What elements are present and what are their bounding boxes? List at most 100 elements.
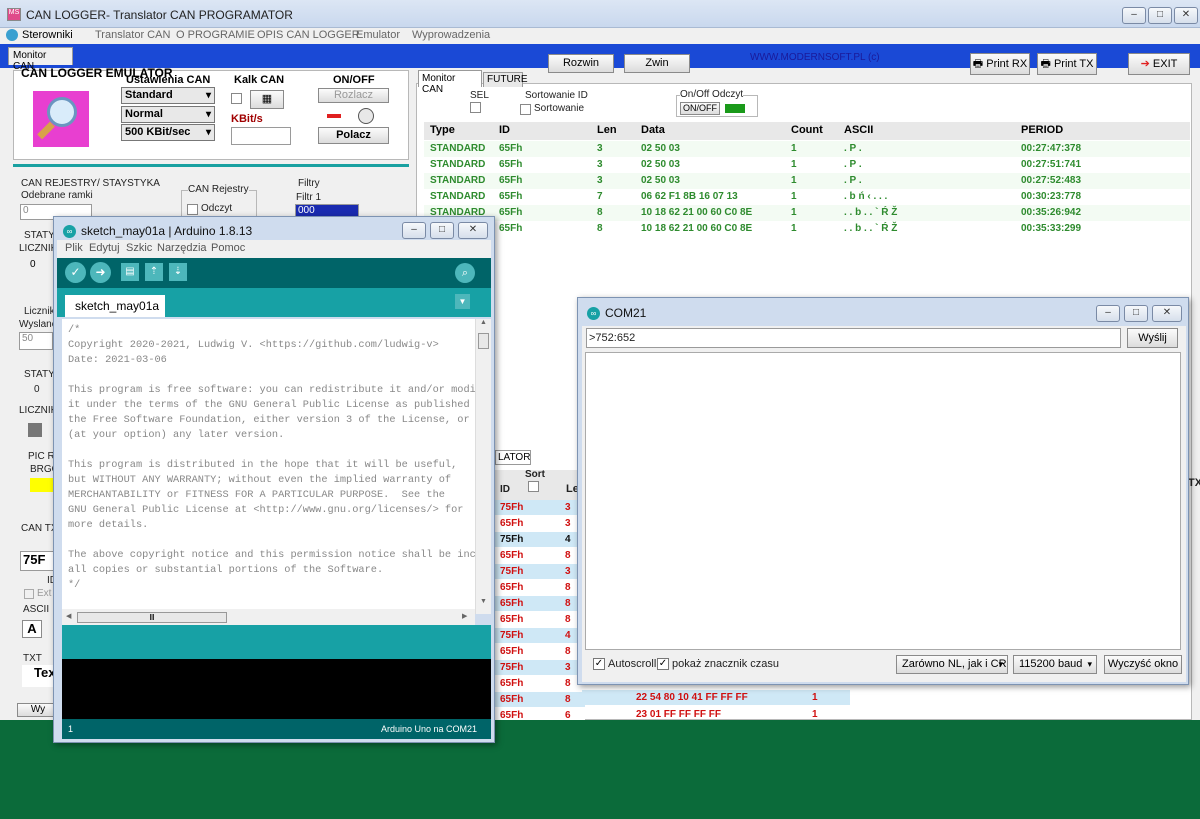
maximize-button[interactable]: □	[1148, 7, 1172, 24]
tab-monitor-can[interactable]: Monitor CAN	[418, 70, 482, 95]
tab-menu-chevron-icon[interactable]: ▼	[455, 294, 470, 309]
ext-checkbox[interactable]	[24, 589, 34, 599]
rozwin-button[interactable]: Rozwin	[548, 54, 614, 73]
hscroll-thumb[interactable]: Ⅲ	[77, 612, 227, 623]
com-send-input[interactable]: >752:652	[586, 328, 1121, 348]
menu-translator[interactable]: Translator CAN	[95, 29, 170, 41]
close-button[interactable]: ✕	[1174, 7, 1198, 24]
lower-row[interactable]: 65Fh 8	[495, 644, 585, 659]
lower-row-id: 75Fh	[500, 662, 524, 673]
kbit-input[interactable]	[231, 127, 291, 145]
wyslane-field[interactable]: 50	[19, 332, 53, 350]
table-row[interactable]: STANDARD 65Fh 3 02 50 03 1 . P . 00:27:52:483	[424, 173, 1190, 189]
table-row[interactable]: STANDARD 65Fh 3 02 50 03 1 . P . 00:27:51:741	[424, 157, 1190, 173]
table-row[interactable]: STANDARD65Fh810 18 62 21 00 60 C0 8E1. .…	[424, 205, 1190, 221]
mode-select[interactable]: Normal	[121, 106, 215, 123]
menu-szkic[interactable]: Szkic	[126, 242, 152, 254]
tab-monitor-main[interactable]: Monitor CAN	[8, 47, 73, 72]
scroll-left-icon[interactable]: ◀	[66, 612, 71, 620]
open-icon[interactable]: ⇡	[145, 263, 163, 281]
upload-icon[interactable]: ➜	[90, 262, 111, 283]
col-len[interactable]: Len	[597, 124, 617, 136]
lower-row[interactable]: 65Fh 8	[495, 692, 585, 707]
serial-monitor-icon[interactable]: ⌕	[455, 263, 475, 283]
sort-checkbox[interactable]	[520, 104, 531, 115]
zwin-button[interactable]: Zwin	[624, 54, 690, 73]
menu-opis[interactable]: OPIS CAN LOGGER	[257, 29, 360, 41]
lower-row[interactable]: 65Fh 8	[495, 580, 585, 595]
odczyt-checkbox[interactable]	[187, 204, 198, 215]
print-tx-button[interactable]: 🖶 Print TX	[1037, 53, 1097, 75]
arduino-close-button[interactable]: ✕	[458, 222, 488, 239]
table-row[interactable]: STANDARD 65Fh 3 02 50 03 1 . P . 00:27:47:378	[424, 141, 1190, 157]
com-minimize-button[interactable]: –	[1096, 305, 1120, 322]
sel-checkbox[interactable]	[470, 102, 481, 113]
lower-row[interactable]: 75Fh 4	[495, 532, 585, 547]
col-id[interactable]: ID	[499, 124, 510, 136]
com-close-button[interactable]: ✕	[1152, 305, 1182, 322]
com-output-area[interactable]	[585, 352, 1181, 650]
minimize-button[interactable]: –	[1122, 7, 1146, 24]
table-row[interactable]: STANDARD65Fh810 18 62 21 00 60 C0 8E1. .…	[424, 221, 1190, 237]
arduino-minimize-button[interactable]: –	[402, 222, 426, 239]
col-data[interactable]: Data	[641, 124, 665, 136]
menu-edytuj[interactable]: Edytuj	[89, 242, 120, 254]
baud-select[interactable]: 115200 baud ▾	[1013, 655, 1097, 674]
ascii-a-field[interactable]: A	[22, 620, 42, 638]
menu-o-programie[interactable]: O PROGRAMIE	[176, 29, 255, 41]
new-icon[interactable]: ▤	[121, 263, 139, 281]
verify-icon[interactable]: ✓	[65, 262, 86, 283]
lower-row[interactable]: 65Fh 8	[495, 548, 585, 563]
code-hscrollbar[interactable]: ◀ Ⅲ ▶	[62, 609, 475, 625]
col-ascii[interactable]: ASCII	[844, 124, 873, 136]
timestamp-checkbox[interactable]: ✓	[657, 658, 669, 670]
code-editor[interactable]: /* Copyright 2020-2021, Ludwig V. <https:…	[62, 319, 475, 614]
tab-future[interactable]: FUTURE	[483, 72, 528, 87]
code-vscrollbar[interactable]: ▲ ▼	[475, 319, 491, 614]
autoscroll-checkbox[interactable]: ✓	[593, 658, 605, 670]
menu-sterowniki[interactable]: Sterowniki	[22, 29, 73, 41]
lower-row[interactable]: 75Fh 4	[495, 628, 585, 643]
licznik1-field[interactable]: 0	[28, 259, 52, 277]
clear-output-button[interactable]: Wyczyść okno	[1104, 655, 1182, 674]
print-rx-button[interactable]: 🖶 Print RX	[970, 53, 1030, 75]
rozlacz-button[interactable]: Rozlacz	[318, 88, 389, 103]
scroll-up-icon[interactable]: ▲	[480, 319, 487, 326]
com-maximize-button[interactable]: □	[1124, 305, 1148, 322]
save-icon[interactable]: ⇣	[169, 263, 187, 281]
lower-row[interactable]: 65Fh 3	[495, 516, 585, 531]
col-type[interactable]: Type	[430, 124, 455, 136]
lower-tab[interactable]: LATOR	[495, 450, 531, 465]
lower-row[interactable]: 75Fh 3	[495, 660, 585, 675]
col-count[interactable]: Count	[791, 124, 823, 136]
frame-type-select[interactable]: Standard	[121, 87, 215, 104]
menu-plik[interactable]: Plik	[65, 242, 83, 254]
lower-sort-checkbox[interactable]	[528, 481, 539, 492]
send-button[interactable]: Wyślij	[1127, 328, 1178, 348]
kalk-checkbox[interactable]	[231, 93, 242, 104]
lower-row[interactable]: 75Fh 3	[495, 500, 585, 515]
vscroll-thumb[interactable]	[478, 333, 489, 349]
scroll-right-icon[interactable]: ▶	[462, 612, 467, 620]
menu-narzedzia[interactable]: Narzędzia	[157, 242, 207, 254]
sketch-tab[interactable]: sketch_may01a	[65, 295, 165, 317]
table-row[interactable]: STANDARD 65Fh 7 06 62 F1 8B 16 07 13 1 . b ń …	[424, 189, 1190, 205]
lower-row[interactable]: 65Fh 8	[495, 676, 585, 691]
lower-row[interactable]: 75Fh 3	[495, 564, 585, 579]
menu-wyprowadzenia[interactable]: Wyprowadzenia	[412, 29, 490, 41]
menu-emulator[interactable]: Emulator	[356, 29, 400, 41]
menu-pomoc[interactable]: Pomoc	[211, 242, 245, 254]
lower-row[interactable]: 65Fh 6	[495, 708, 585, 720]
col-period[interactable]: PERIOD	[1021, 124, 1063, 136]
bitrate-select[interactable]: 500 KBit/sec	[121, 124, 215, 141]
polacz-button[interactable]: Polacz	[318, 127, 389, 144]
arduino-maximize-button[interactable]: □	[430, 222, 454, 239]
onoff-button[interactable]: ON/OFF	[680, 102, 720, 115]
lower-row[interactable]: 65Fh 8	[495, 612, 585, 627]
can-tx-id-field[interactable]: 75F	[20, 551, 56, 571]
exit-button[interactable]: ➔ EXIT	[1128, 53, 1190, 75]
lower-row[interactable]: 65Fh 8	[495, 596, 585, 611]
line-ending-select[interactable]: Zarówno NL, jak i CR ▾	[896, 655, 1008, 674]
scroll-down-icon[interactable]: ▼	[480, 598, 487, 605]
calculator-icon[interactable]: ▦	[250, 90, 284, 109]
